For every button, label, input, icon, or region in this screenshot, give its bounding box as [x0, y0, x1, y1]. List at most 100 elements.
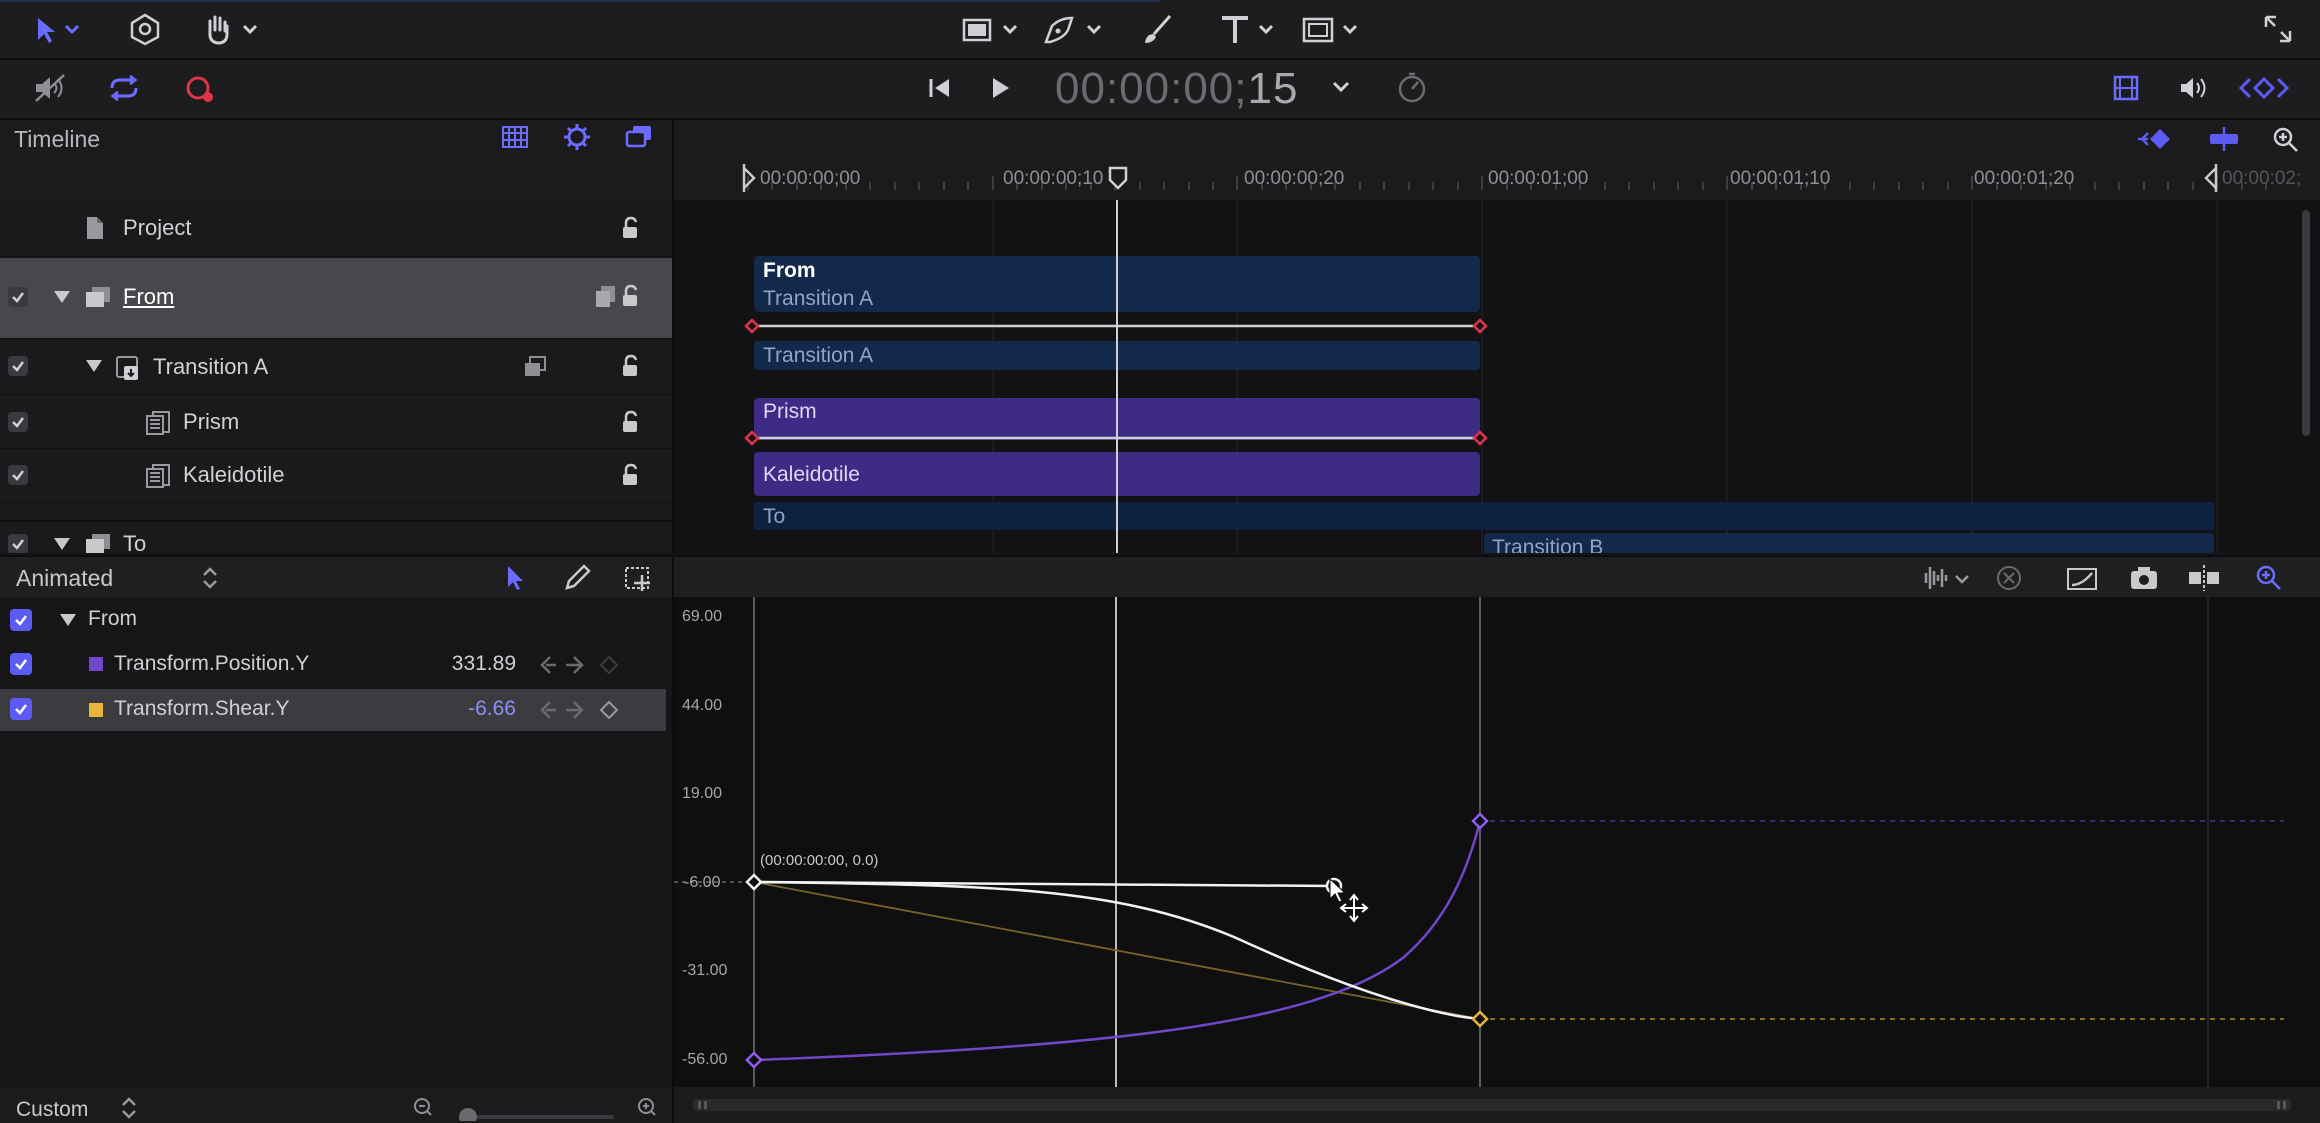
- ruler-tick-label: 00:00:00;20: [1244, 168, 1345, 189]
- keyframe-editor-button[interactable]: [2236, 70, 2292, 106]
- snapping-button[interactable]: [2204, 124, 2244, 154]
- pencil-icon[interactable]: [562, 563, 592, 593]
- audio-timeline-button[interactable]: [2174, 70, 2214, 106]
- clip-title: From: [763, 259, 816, 282]
- mute-button[interactable]: [30, 70, 70, 106]
- disclosure-open-icon[interactable]: [58, 611, 78, 629]
- play-button[interactable]: [980, 70, 1020, 106]
- add-keyframe-button[interactable]: [2134, 124, 2190, 154]
- mask-tool-button[interactable]: [1300, 12, 1364, 46]
- lock-icon[interactable]: [620, 463, 644, 487]
- fit-icon[interactable]: [2064, 563, 2100, 593]
- snap-icon: [2210, 127, 2238, 151]
- hand-tool-button[interactable]: [200, 12, 266, 46]
- layer-name: To: [123, 531, 147, 553]
- layer-row-project[interactable]: Project: [0, 200, 672, 257]
- timecode-menu-button[interactable]: [1326, 72, 1356, 102]
- layer-row-from[interactable]: From: [0, 258, 672, 339]
- show-masks-button[interactable]: [622, 120, 656, 154]
- param-enable-checkbox[interactable]: [10, 653, 32, 675]
- text-icon: [1222, 16, 1274, 43]
- zoom-mode-label[interactable]: Custom: [16, 1098, 88, 1122]
- layer-row-to[interactable]: To: [0, 520, 672, 553]
- disclosure-open-icon[interactable]: [84, 357, 104, 375]
- select-arrow-icon[interactable]: [500, 563, 528, 593]
- layer-row-kaleidotile[interactable]: Kaleidotile: [0, 450, 672, 503]
- gear-icon: [564, 124, 590, 150]
- split-icon[interactable]: [2186, 563, 2222, 593]
- layer-row-prism[interactable]: Prism: [0, 396, 672, 449]
- isolate-icon[interactable]: [522, 354, 548, 380]
- pen-tool-button[interactable]: [1040, 12, 1110, 46]
- record-button[interactable]: [180, 70, 220, 106]
- param-enable-checkbox[interactable]: [10, 698, 32, 720]
- timeline-vertical-scrollbar: [2302, 210, 2310, 436]
- updown-chevron-icon[interactable]: [120, 1097, 138, 1119]
- curve-graph-canvas: [674, 597, 2284, 1087]
- audio-waveform-icon[interactable]: [1918, 563, 1972, 593]
- keyframe-nav-icon[interactable]: [536, 653, 624, 677]
- playhead-handle[interactable]: [1107, 166, 1129, 190]
- lock-icon[interactable]: [620, 284, 644, 308]
- text-tool-button[interactable]: [1218, 12, 1282, 46]
- clip-transition-b[interactable]: Transition B: [1484, 533, 2214, 553]
- param-group-name: From: [88, 607, 137, 630]
- shape-tool-button[interactable]: [960, 12, 1022, 46]
- param-value[interactable]: 331.89: [380, 652, 516, 676]
- timeline-toggle-button[interactable]: [2106, 70, 2146, 106]
- layer-name: Project: [123, 215, 192, 240]
- param-group-from[interactable]: From: [0, 599, 672, 639]
- clip-to[interactable]: To: [754, 502, 2214, 530]
- disclosure-open-icon[interactable]: [52, 535, 72, 553]
- param-name: Transform.Shear.Y: [114, 697, 290, 720]
- layer-row-transition-a[interactable]: Transition A: [0, 340, 672, 395]
- graph-horizontal-scrollbar[interactable]: [692, 1099, 2292, 1111]
- layer-visibility-checkbox[interactable]: [8, 465, 28, 485]
- fullscreen-button[interactable]: [2258, 12, 2298, 46]
- updown-chevron-icon[interactable]: [200, 566, 220, 590]
- lock-icon[interactable]: [620, 410, 644, 434]
- clip-title: Transition A: [763, 344, 874, 367]
- clip-title: Prism: [763, 400, 817, 423]
- zoom-icon[interactable]: [2254, 563, 2284, 593]
- top-toolbar: [0, 0, 2320, 60]
- clear-icon[interactable]: [1994, 563, 2024, 593]
- transform-tool-button[interactable]: [125, 12, 165, 46]
- lock-icon[interactable]: [620, 354, 644, 378]
- layer-visibility-checkbox[interactable]: [8, 534, 28, 553]
- keyframe-nav-icon[interactable]: [536, 698, 624, 722]
- curve-graph[interactable]: 69.00 44.00 19.00 -6.00 -31.00 -56.00 (0…: [674, 597, 2320, 1087]
- ruler-tick-label: 00:00:02;: [2222, 168, 2302, 189]
- timing-button[interactable]: [1392, 70, 1432, 106]
- param-value[interactable]: -6.66: [380, 697, 516, 721]
- playhead-line[interactable]: [1116, 200, 1118, 553]
- select-tool-button[interactable]: [28, 12, 88, 46]
- zoom-slider[interactable]: [408, 1095, 672, 1121]
- show-effects-button[interactable]: [560, 120, 594, 154]
- group-enable-checkbox[interactable]: [10, 609, 32, 631]
- filter-icon: [146, 411, 170, 435]
- timeline-zoom-button[interactable]: [2266, 124, 2306, 154]
- layer-visibility-checkbox[interactable]: [8, 356, 28, 376]
- snapshot-icon[interactable]: [2128, 563, 2160, 593]
- timeline-tracks: From Transition A Transition A Prism Kal…: [674, 200, 2320, 553]
- loop-button[interactable]: [104, 70, 144, 106]
- disclosure-open-icon[interactable]: [52, 288, 72, 306]
- param-row-shear-y[interactable]: Transform.Shear.Y -6.66: [0, 689, 666, 731]
- skip-to-start-button[interactable]: [920, 70, 960, 106]
- marquee-icon[interactable]: [622, 563, 654, 593]
- layer-visibility-checkbox[interactable]: [8, 287, 28, 307]
- timecode-display[interactable]: 00:00:00;15: [1055, 62, 1298, 116]
- parameter-list: From Transform.Position.Y 331.89 Transfo…: [0, 597, 674, 1087]
- keyframe-marker: [1471, 1010, 1489, 1028]
- isolate-icon[interactable]: [594, 284, 618, 310]
- frame-mask-icon: [1302, 17, 1358, 43]
- paint-stroke-button[interactable]: [1138, 12, 1178, 46]
- lock-icon[interactable]: [620, 216, 644, 240]
- layer-visibility-checkbox[interactable]: [8, 412, 28, 432]
- filter-icon: [146, 464, 170, 488]
- param-row-position-y[interactable]: Transform.Position.Y 331.89: [0, 645, 666, 685]
- timecode-main: 00:00:00;: [1055, 64, 1248, 113]
- show-layers-button[interactable]: [498, 120, 532, 154]
- curve-filter-label[interactable]: Animated: [16, 565, 113, 592]
